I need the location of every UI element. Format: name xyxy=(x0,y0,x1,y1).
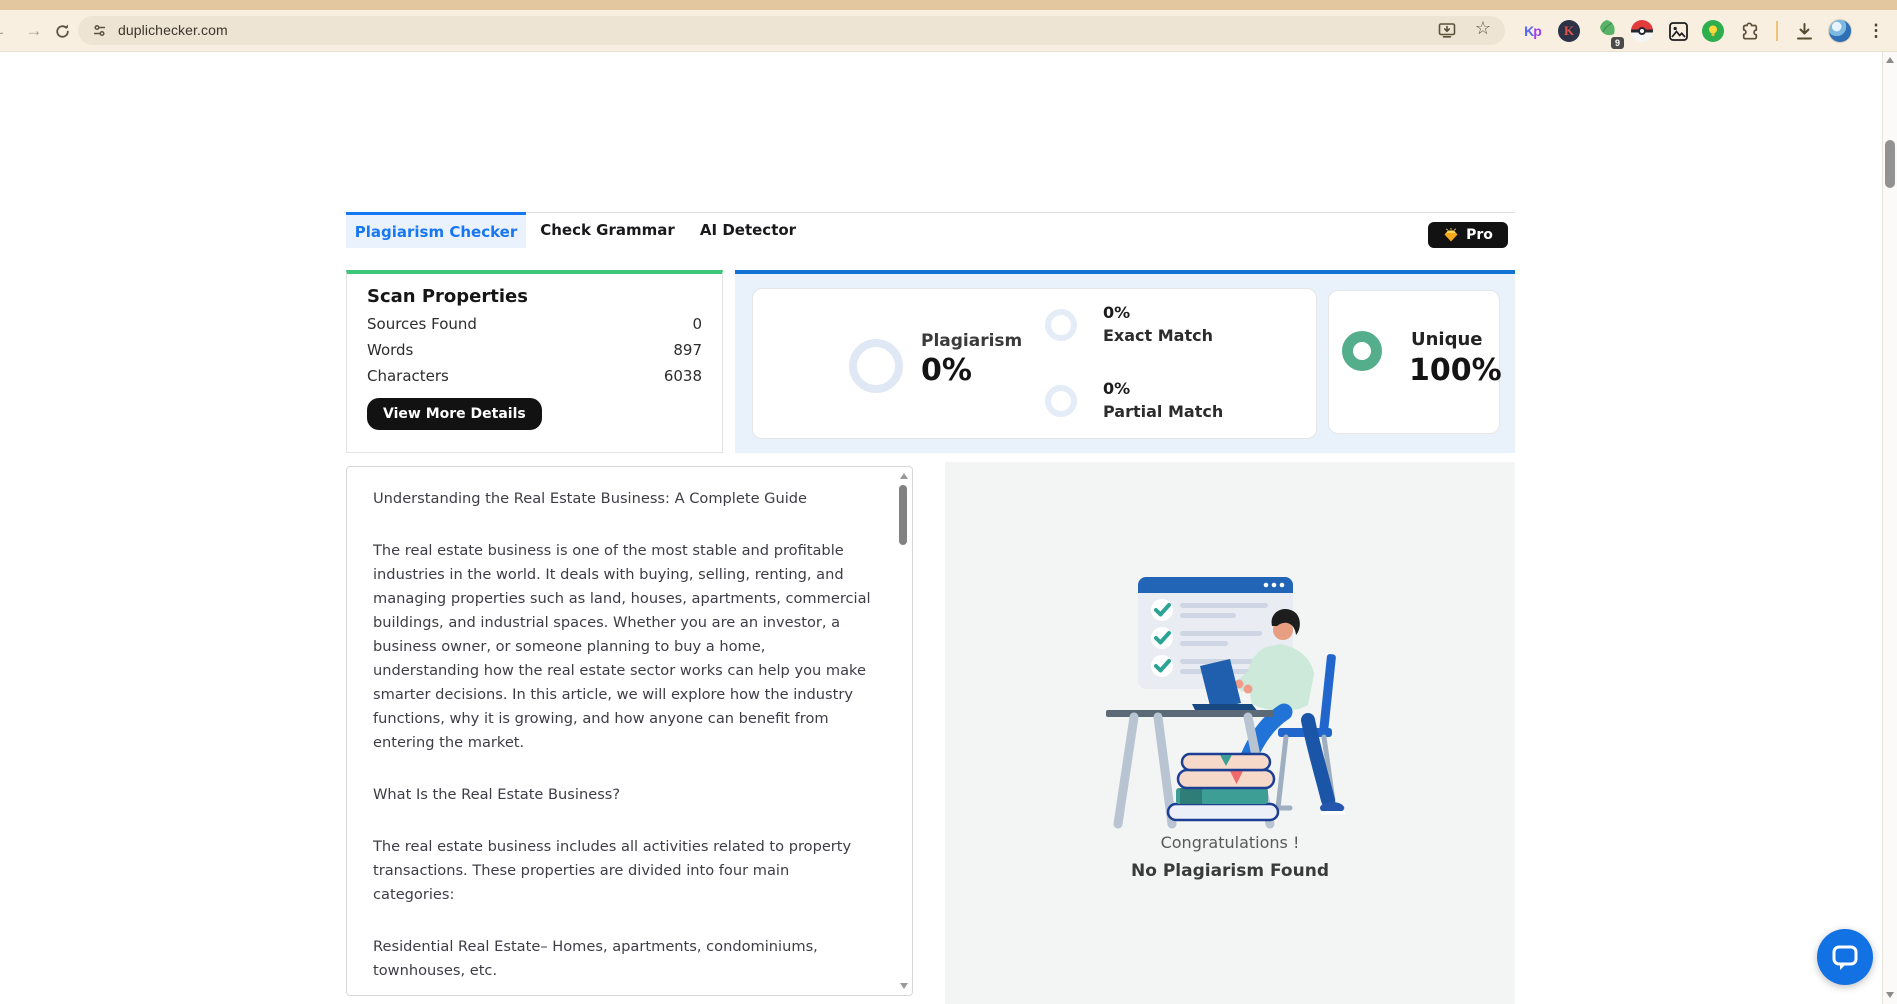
page-scrollbar-thumb[interactable] xyxy=(1885,140,1895,188)
plagiarism-label: Plagiarism xyxy=(921,331,1022,351)
unique-ring xyxy=(1342,331,1382,371)
partial-match-ring xyxy=(1045,385,1077,417)
document-paragraph: Residential Real Estate– Homes, apartmen… xyxy=(373,935,871,983)
url-bar[interactable]: duplichecker.com ☆ xyxy=(78,16,1505,45)
doc-scroll-up-arrow[interactable] xyxy=(900,473,908,479)
pro-button[interactable]: Pro xyxy=(1428,222,1508,248)
document-paragraph: Understanding the Real Estate Business: … xyxy=(373,487,871,511)
scroll-down-arrow[interactable] xyxy=(1886,992,1894,998)
document-paragraph: What Is the Real Estate Business? xyxy=(373,783,871,807)
document-scrollbar-thumb[interactable] xyxy=(899,485,907,545)
pro-label: Pro xyxy=(1466,227,1493,243)
profile-avatar[interactable] xyxy=(1828,19,1852,43)
outcome-panel: Congratulations ! No Plagiarism Found xyxy=(945,462,1515,1004)
exact-match-value: 0% xyxy=(1103,303,1130,322)
view-more-details-button[interactable]: View More Details xyxy=(367,398,542,430)
reload-button[interactable] xyxy=(50,19,74,43)
exact-match-ring xyxy=(1045,309,1077,341)
browser-menu-button[interactable]: ⋮ xyxy=(1864,19,1888,43)
result-message: No Plagiarism Found xyxy=(945,861,1515,881)
tab-label: Check Grammar xyxy=(540,221,675,239)
scan-row-label: Words xyxy=(367,341,413,359)
extension-kp[interactable]: Kp xyxy=(1521,19,1545,43)
back-button[interactable]: ← xyxy=(0,19,10,43)
scan-properties-card: Scan Properties Sources Found 0 Words 89… xyxy=(346,270,723,453)
no-plagiarism-illustration xyxy=(1080,562,1380,832)
chat-icon xyxy=(1830,942,1860,972)
page-scrollbar[interactable] xyxy=(1882,52,1897,1004)
puzzle-icon xyxy=(1740,21,1761,42)
scan-row-value: 0 xyxy=(692,315,702,333)
download-icon xyxy=(1794,21,1815,42)
exact-match-label: Exact Match xyxy=(1103,326,1213,345)
downloads-button[interactable] xyxy=(1792,19,1816,43)
site-info-icon[interactable] xyxy=(91,22,108,44)
plagiarism-card: Plagiarism 0% 0% Exact Match 0% Partial … xyxy=(752,288,1317,439)
plagiarism-ring xyxy=(849,339,903,393)
toolbar-separator xyxy=(1776,21,1778,41)
scroll-up-arrow[interactable] xyxy=(1886,57,1894,63)
scan-row-characters: Characters 6038 xyxy=(367,367,702,385)
tab-check-grammar[interactable]: Check Grammar xyxy=(526,212,689,248)
scan-row-value: 897 xyxy=(673,341,702,359)
extensions-puzzle-button[interactable] xyxy=(1738,19,1762,43)
congrats-text: Congratulations ! xyxy=(945,833,1515,852)
leaf-badge: 9 xyxy=(1611,37,1624,49)
url-text[interactable]: duplichecker.com xyxy=(118,16,228,45)
partial-match-value: 0% xyxy=(1103,379,1130,398)
k-circle-icon: K xyxy=(1558,20,1580,42)
forward-icon: → xyxy=(26,21,43,41)
document-card: Understanding the Real Estate Business: … xyxy=(346,466,913,996)
doc-scroll-down-arrow[interactable] xyxy=(900,983,908,989)
gem-icon xyxy=(1443,228,1459,243)
unique-label: Unique xyxy=(1411,329,1483,350)
browser-tab-strip xyxy=(0,0,1897,10)
tab-label: AI Detector xyxy=(700,221,796,239)
plagiarism-value: 0% xyxy=(921,353,972,388)
forward-button[interactable]: → xyxy=(22,19,46,43)
scan-row-label: Characters xyxy=(367,367,449,385)
extension-leaf[interactable]: 9 xyxy=(1595,19,1619,43)
unique-value: 100% xyxy=(1409,353,1502,388)
document-paragraph: The real estate business is one of the m… xyxy=(373,539,871,755)
unique-card: Unique 100% xyxy=(1328,290,1500,434)
scan-row-sources: Sources Found 0 xyxy=(367,315,702,333)
leaf-icon: 9 xyxy=(1596,18,1618,45)
scan-row-words: Words 897 xyxy=(367,341,702,359)
scan-row-label: Sources Found xyxy=(367,315,477,333)
browser-toolbar: ← → duplichecker.com ☆ xyxy=(0,10,1897,52)
chat-launcher-button[interactable] xyxy=(1817,929,1873,985)
install-icon xyxy=(1437,20,1457,40)
scan-properties-title: Scan Properties xyxy=(367,286,702,307)
results-section: Plagiarism 0% 0% Exact Match 0% Partial … xyxy=(735,270,1515,453)
partial-match-label: Partial Match xyxy=(1103,402,1223,421)
extension-pokeball[interactable] xyxy=(1630,19,1654,43)
lightbulb-icon xyxy=(1702,20,1724,42)
tab-label: Plagiarism Checker xyxy=(355,223,517,241)
scan-row-value: 6038 xyxy=(664,367,702,385)
bookmark-star-button[interactable]: ☆ xyxy=(1475,18,1491,39)
tab-plagiarism-checker[interactable]: Plagiarism Checker xyxy=(346,212,526,248)
back-icon: ← xyxy=(0,21,7,41)
extension-lightbulb[interactable] xyxy=(1701,19,1725,43)
tool-tabs: Plagiarism Checker Check Grammar AI Dete… xyxy=(344,212,1515,248)
extension-photo[interactable] xyxy=(1666,19,1690,43)
photo-icon xyxy=(1668,21,1689,42)
reload-icon xyxy=(54,23,71,40)
pokeball-icon xyxy=(1631,20,1653,42)
document-text[interactable]: Understanding the Real Estate Business: … xyxy=(373,487,871,996)
avatar-image xyxy=(1828,19,1852,43)
extension-k[interactable]: K xyxy=(1557,19,1581,43)
document-paragraph: The real estate business includes all ac… xyxy=(373,835,871,907)
install-app-button[interactable] xyxy=(1437,20,1457,45)
tab-ai-detector[interactable]: AI Detector xyxy=(689,212,807,248)
document-scrollbar[interactable] xyxy=(897,469,910,993)
kebab-menu-icon: ⋮ xyxy=(1868,21,1885,41)
